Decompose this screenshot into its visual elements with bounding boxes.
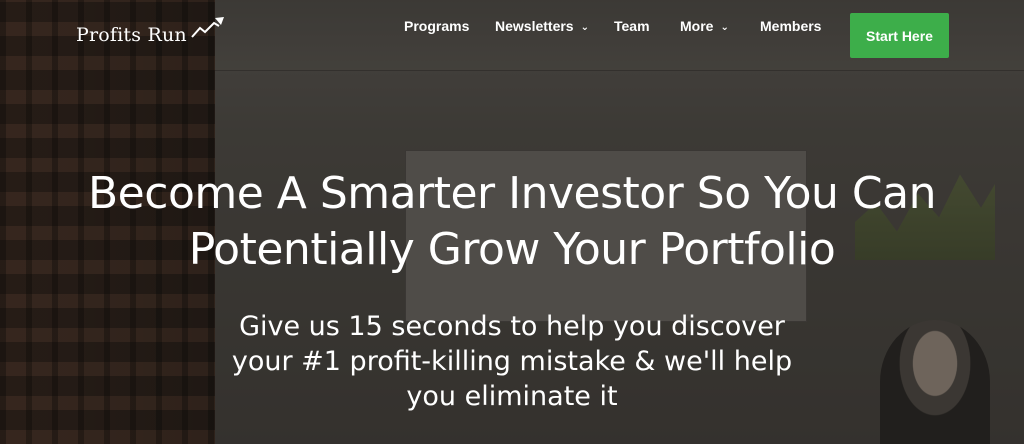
nav-newsletters[interactable]: Newsletters ⌄ — [495, 18, 589, 34]
nav-programs-label: Programs — [404, 18, 470, 34]
hero-subheadline: Give us 15 seconds to help you discover … — [200, 309, 824, 414]
nav-programs[interactable]: Programs — [404, 18, 469, 34]
nav-more[interactable]: More ⌄ — [680, 18, 729, 34]
top-navigation: Profits Run Programs Newsletters ⌄ Team … — [0, 0, 1024, 70]
chevron-down-icon: ⌄ — [580, 21, 589, 33]
start-here-button[interactable]: Start Here — [850, 13, 949, 58]
brand-name: Profits Run — [76, 24, 187, 46]
headline-line: Potentially Grow Your Portfolio — [188, 224, 836, 275]
nav-more-label: More — [680, 18, 714, 34]
brand-logo[interactable]: Profits Run — [76, 17, 226, 50]
headline-line: Become A Smarter Investor So You Can — [88, 168, 937, 219]
nav-members-label: Members — [760, 18, 822, 34]
subheadline-line: your #1 profit-killing mistake & we'll h… — [231, 346, 793, 377]
rising-arrow-icon — [190, 15, 226, 45]
subheadline-line: Give us 15 seconds to help you discover — [239, 311, 785, 342]
nav-newsletters-label: Newsletters — [495, 18, 574, 34]
nav-members[interactable]: Members — [760, 18, 821, 34]
chevron-down-icon: ⌄ — [720, 21, 729, 33]
subheadline-line: you eliminate it — [406, 381, 618, 412]
nav-team[interactable]: Team — [614, 18, 650, 34]
nav-team-label: Team — [614, 18, 650, 34]
hero-headline: Become A Smarter Investor So You Can Pot… — [0, 166, 1024, 278]
